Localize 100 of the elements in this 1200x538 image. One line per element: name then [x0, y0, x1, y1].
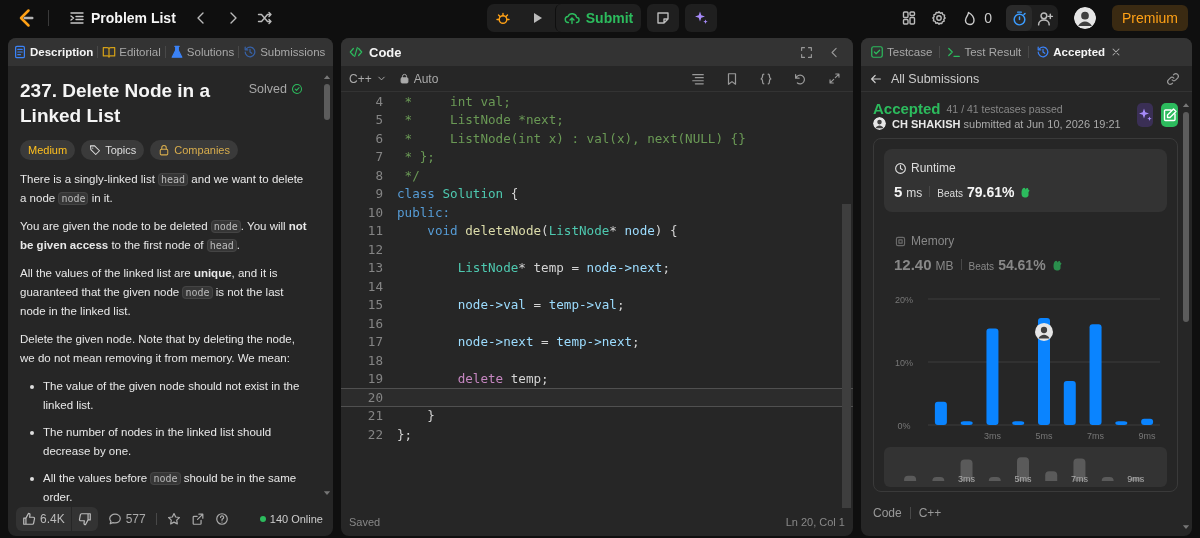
- chart-bar[interactable]: [960, 421, 973, 425]
- chart-bar[interactable]: [1012, 421, 1025, 425]
- chart-bar[interactable]: [1063, 380, 1076, 425]
- sparkle-icon: [1137, 107, 1153, 123]
- code-line: };: [397, 426, 413, 442]
- bug-icon: [494, 10, 511, 26]
- lock-icon: [398, 73, 410, 84]
- list-icon: [69, 10, 85, 26]
- paragraph: There is a singly-linked list head and we want to delete a node node in it.: [20, 172, 305, 207]
- axis-label: 0%: [897, 421, 911, 431]
- tab[interactable]: Accepted: [1035, 43, 1107, 61]
- sparkle-icon: [693, 10, 710, 26]
- line-number: 13: [366, 260, 384, 276]
- help-button[interactable]: [214, 512, 229, 526]
- code-line: * int val;: [403, 93, 511, 109]
- stat-value: 12.40: [894, 256, 932, 273]
- bookmark-icon: [725, 71, 739, 86]
- fullscreen-icon: [799, 45, 813, 59]
- timer-button[interactable]: [1006, 5, 1032, 31]
- difficulty-tag[interactable]: Medium: [20, 140, 76, 160]
- stat-panel[interactable]: Memory 12.40 MB Beats 54.61%: [884, 222, 1167, 285]
- tab[interactable]: Submissions: [242, 43, 327, 61]
- add-user-icon: [1036, 9, 1054, 27]
- solved-status: Solved: [248, 78, 311, 96]
- tab[interactable]: Testcase: [869, 43, 934, 61]
- section-title: Code: [873, 506, 902, 520]
- code-line: }: [426, 408, 435, 424]
- companies-tag[interactable]: Companies: [150, 140, 238, 160]
- document-icon: [13, 45, 27, 59]
- tab[interactable]: Test Result: [946, 43, 1023, 61]
- autocomplete-button[interactable]: Auto: [398, 71, 439, 86]
- premium-button[interactable]: Premium: [1112, 5, 1188, 31]
- stopwatch-icon: [1010, 9, 1028, 27]
- streak-button[interactable]: 0: [956, 5, 998, 31]
- code-icon: [349, 45, 363, 59]
- problem-title: 237. Delete Node in a Linked List: [20, 79, 212, 128]
- code-line: void deleteNode(ListNode* node) {: [426, 223, 678, 239]
- stat-label: Memory: [911, 234, 955, 248]
- star-icon: [166, 512, 181, 526]
- cursor-position: Ln 20, Col 1: [785, 516, 845, 528]
- scroll-thumb[interactable]: [842, 204, 851, 508]
- scroll-thumb[interactable]: [1183, 112, 1189, 322]
- line-number: 19: [366, 371, 384, 387]
- share-button[interactable]: [190, 512, 205, 526]
- thumbs-down-icon: [77, 512, 92, 526]
- memory-icon: [894, 234, 907, 248]
- submission-info: CH SHAKISH submitted at Jun 10, 2026 19:21: [892, 117, 1121, 130]
- axis-label: 3ms: [983, 431, 1001, 441]
- edit-button[interactable]: [1161, 103, 1178, 127]
- scroll-thumb[interactable]: [324, 84, 330, 120]
- settings-icon: [931, 10, 948, 26]
- ai-assistant-button[interactable]: [685, 4, 718, 32]
- testcase-count: 41 / 41 testcases passed: [946, 102, 1063, 115]
- back-link[interactable]: All Submissions: [869, 71, 980, 86]
- tab[interactable]: Solutions: [168, 43, 236, 61]
- lock-icon: [158, 144, 171, 156]
- chart-bar[interactable]: [934, 401, 947, 425]
- code-line: * ListNode *next;: [403, 112, 564, 128]
- line-number: 20: [366, 389, 384, 405]
- chart-bar[interactable]: [1115, 421, 1128, 425]
- chart-bar[interactable]: [1141, 418, 1154, 425]
- comment-icon: [107, 512, 122, 526]
- edit-icon: [1161, 107, 1178, 123]
- avatar-icon: [873, 117, 886, 130]
- stat-panel[interactable]: Runtime 5 ms Beats 79.61%: [884, 149, 1167, 212]
- panel-title: Code: [369, 44, 402, 60]
- axis-label: 3ms: [958, 474, 976, 484]
- terminal-icon: [947, 45, 962, 59]
- line-number: 16: [366, 315, 384, 331]
- code-line: node->next = temp->next;: [456, 334, 640, 350]
- line-number: 18: [366, 352, 384, 368]
- undo-icon: [793, 71, 807, 86]
- favorite-button[interactable]: [166, 512, 181, 526]
- line-number: 22: [366, 426, 384, 442]
- stat-value: 5: [894, 183, 903, 200]
- align-icon: [691, 71, 705, 86]
- code-line: delete temp;: [456, 371, 549, 387]
- braces-icon: [759, 71, 773, 86]
- avatar-icon[interactable]: [1074, 7, 1096, 29]
- line-number: 8: [374, 167, 384, 183]
- notes-button[interactable]: [647, 4, 680, 32]
- range-selector[interactable]: 3ms 5ms 7ms 9ms: [884, 447, 1167, 487]
- check-circle-icon: [291, 83, 303, 95]
- avatar-icon[interactable]: [1035, 322, 1053, 341]
- problem-list-link[interactable]: Problem List: [63, 6, 182, 30]
- stat-unit: ms: [906, 186, 923, 200]
- flask-icon: [169, 45, 184, 59]
- verdict: Accepted: [873, 100, 941, 117]
- code-line: class Solution {: [397, 186, 519, 202]
- ai-analysis-button[interactable]: [1136, 103, 1154, 127]
- language-dropdown[interactable]: C++: [349, 71, 387, 86]
- topics-tag[interactable]: Topics: [81, 140, 145, 160]
- axis-label: 7ms: [1070, 474, 1088, 484]
- paragraph: Delete the given node. Note that by deleting the node, we do not mean removing it from memory. We mean:: [20, 332, 296, 366]
- tab[interactable]: Description: [12, 43, 95, 61]
- line-number: 7: [374, 149, 384, 165]
- code-line: node->val = temp->val;: [456, 297, 625, 313]
- line-number: 14: [366, 278, 384, 294]
- tab[interactable]: Editorial: [101, 43, 162, 61]
- comments-button[interactable]: 577: [107, 512, 146, 526]
